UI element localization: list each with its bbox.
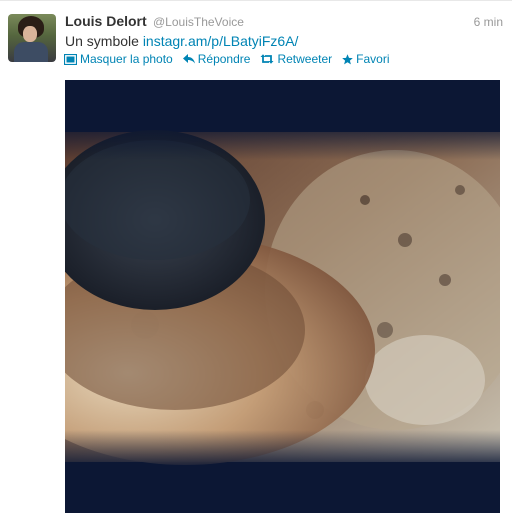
photo-icon bbox=[64, 53, 77, 65]
timestamp[interactable]: 6 min bbox=[474, 15, 503, 29]
tweet-photo[interactable] bbox=[65, 80, 500, 513]
tweet-actions: Masquer la photo Répondre Retweeter Favo… bbox=[64, 52, 390, 66]
tweet-text-prefix: Un symbole bbox=[65, 33, 143, 49]
reply-button[interactable]: Répondre bbox=[182, 52, 251, 66]
favorite-button[interactable]: Favori bbox=[342, 52, 390, 66]
reply-arrow-icon bbox=[182, 54, 195, 64]
retweet-icon bbox=[260, 54, 274, 64]
avatar[interactable] bbox=[8, 14, 56, 62]
avatar-face bbox=[23, 26, 37, 42]
reply-label: Répondre bbox=[197, 52, 251, 66]
avatar-shirt bbox=[14, 42, 48, 62]
hide-photo-button[interactable]: Masquer la photo bbox=[64, 52, 173, 66]
retweet-button[interactable]: Retweeter bbox=[260, 52, 332, 66]
author-handle[interactable]: @LouisTheVoice bbox=[153, 15, 244, 29]
photo-cymbal-image bbox=[65, 120, 500, 470]
tweet: Louis Delort @LouisTheVoice 6 min Un sym… bbox=[0, 0, 512, 518]
star-icon bbox=[342, 53, 353, 65]
tweet-text: Un symbole instagr.am/p/LBatyiFz6A/ bbox=[65, 33, 298, 49]
hide-photo-label: Masquer la photo bbox=[80, 52, 173, 66]
author-name[interactable]: Louis Delort bbox=[65, 13, 147, 29]
retweet-label: Retweeter bbox=[277, 52, 333, 66]
tweet-link[interactable]: instagr.am/p/LBatyiFz6A/ bbox=[143, 33, 299, 49]
favorite-label: Favori bbox=[356, 52, 390, 66]
